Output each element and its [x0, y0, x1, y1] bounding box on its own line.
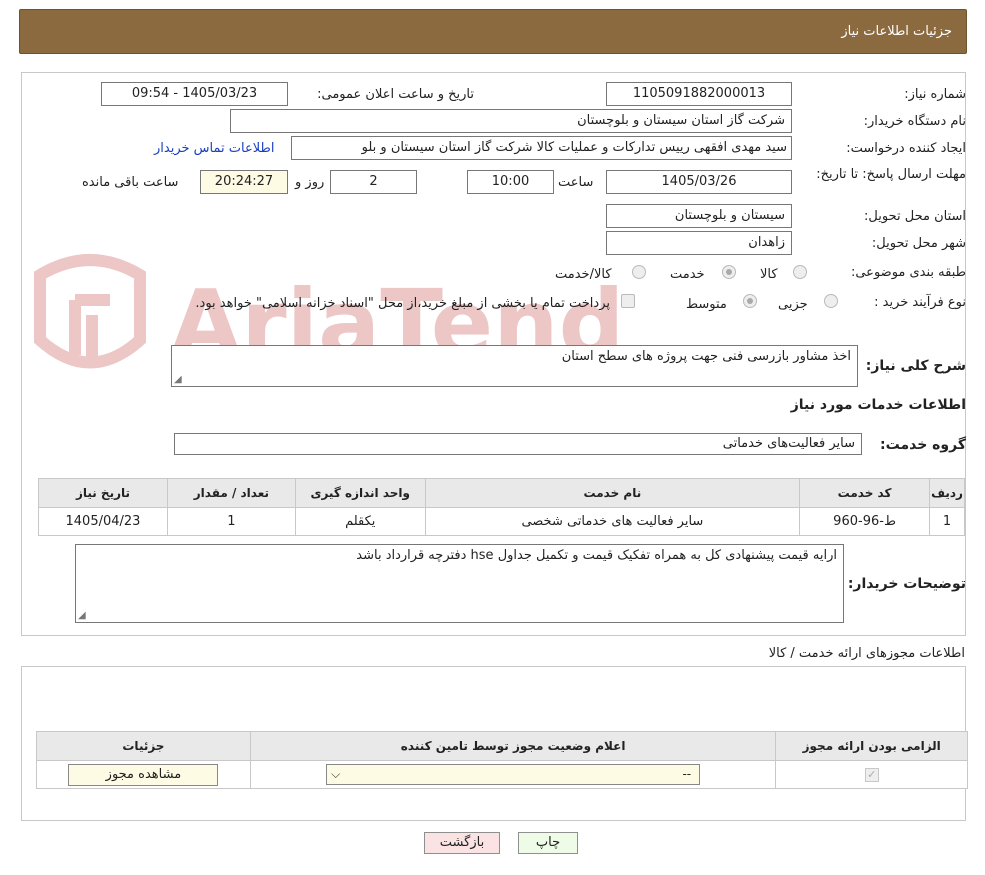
permits-table-header: الزامی بودن ارائه مجوز اعلام وضعیت مجوز …: [36, 731, 968, 761]
description-textarea[interactable]: اخذ مشاور بازرسی فنی جهت پروژه های سطح ا…: [171, 345, 858, 387]
announce-label: تاریخ و ساعت اعلان عمومی:: [317, 87, 474, 102]
col-service-code: کد خدمت: [799, 478, 931, 508]
buyer-notes-text: ارایه قیمت پیشنهادی کل به همراه تفکیک قی…: [356, 548, 837, 563]
announce-datetime-field[interactable]: 1405/03/23 - 09:54: [101, 82, 288, 106]
services-table: ردیف کد خدمت نام خدمت واحد اندازه گیری ت…: [38, 478, 965, 536]
page-title: جزئیات اطلاعات نیاز: [841, 24, 952, 39]
creator-label: ایجاد کننده درخواست:: [846, 141, 966, 156]
permits-table: الزامی بودن ارائه مجوز اعلام وضعیت مجوز …: [36, 731, 968, 789]
category-goods-label: کالا: [760, 267, 778, 282]
days-field[interactable]: 2: [330, 170, 417, 194]
process-minor-label: جزیی: [778, 297, 808, 312]
remaining-label: ساعت باقی مانده: [82, 175, 179, 190]
col-permit-details: جزئیات: [36, 731, 251, 761]
col-quantity: تعداد / مقدار: [166, 478, 296, 508]
process-medium-label: متوسط: [686, 297, 727, 312]
category-service-radio[interactable]: [722, 265, 736, 279]
cell-quantity: 1: [166, 507, 296, 536]
need-number-field[interactable]: 1105091882000013: [606, 82, 792, 106]
permit-status-value: --: [682, 767, 692, 781]
deadline-time-label: ساعت: [558, 175, 594, 190]
days-label: روز و: [295, 175, 325, 190]
cell-row: 1: [929, 507, 965, 536]
cell-service-code: ط-96-960: [799, 507, 931, 536]
remaining-time-field: 20:24:27: [200, 170, 288, 194]
col-permit-required: الزامی بودن ارائه مجوز: [775, 731, 968, 761]
category-both-radio[interactable]: [632, 265, 646, 279]
cell-permit-details: مشاهده مجوز: [36, 760, 251, 789]
back-button[interactable]: بازگشت: [424, 832, 500, 854]
service-group-field[interactable]: سایر فعالیت‌های خدماتی: [174, 433, 862, 455]
category-goods-radio[interactable]: [793, 265, 807, 279]
col-need-date: تاریخ نیاز: [38, 478, 168, 508]
col-unit: واحد اندازه گیری: [294, 478, 426, 508]
resize-grip-icon[interactable]: ◢: [174, 374, 182, 385]
page-header: جزئیات اطلاعات نیاز: [19, 9, 967, 54]
permits-section-title: اطلاعات مجوزهای ارائه خدمت / کالا: [768, 646, 965, 661]
print-button[interactable]: چاپ: [518, 832, 578, 854]
table-row: 1 ط-96-960 سایر فعالیت های خدماتی شخصی ی…: [38, 507, 965, 536]
deadline-date-field[interactable]: 1405/03/26: [606, 170, 792, 194]
chevron-down-icon: ⌵: [331, 767, 341, 781]
description-text: اخذ مشاور بازرسی فنی جهت پروژه های سطح ا…: [561, 349, 851, 364]
cell-need-date: 1405/04/23: [38, 507, 168, 536]
process-medium-radio[interactable]: [743, 294, 757, 308]
resize-grip-icon[interactable]: ◢: [78, 610, 86, 621]
permit-required-checkbox[interactable]: ✓: [864, 768, 879, 782]
deadline-label: مهلت ارسال پاسخ: تا تاریخ:: [816, 167, 966, 182]
col-service-name: نام خدمت: [424, 478, 801, 508]
treasury-checkbox[interactable]: [621, 294, 635, 308]
description-label: شرح کلی نیاز:: [865, 358, 966, 374]
buyer-contact-link[interactable]: اطلاعات تماس خریدار: [154, 141, 274, 156]
col-permit-status: اعلام وضعیت مجوز توسط تامین کننده: [249, 731, 777, 761]
cell-service-name: سایر فعالیت های خدماتی شخصی: [424, 507, 801, 536]
city-label: شهر محل تحویل:: [871, 236, 966, 251]
city-field[interactable]: زاهدان: [606, 231, 792, 255]
buyer-org-field[interactable]: شرکت گاز استان سیستان و بلوچستان: [230, 109, 792, 133]
cell-unit: یکقلم: [294, 507, 426, 536]
creator-field[interactable]: سید مهدی افقهی رییس تدارکات و عملیات کال…: [291, 136, 792, 160]
province-label: استان محل تحویل:: [864, 209, 966, 224]
permit-status-select[interactable]: -- ⌵: [326, 764, 701, 785]
cell-permit-status: -- ⌵: [249, 760, 777, 789]
services-section-title: اطلاعات خدمات مورد نیاز: [790, 397, 966, 413]
buyer-notes-label: توضیحات خریدار:: [847, 576, 966, 592]
category-label: طبقه بندی موضوعی:: [850, 265, 966, 280]
treasury-note: پرداخت تمام یا بخشی از مبلغ خرید،از محل …: [195, 296, 610, 311]
table-row: ✓ -- ⌵ مشاهده مجوز: [36, 760, 968, 789]
province-field[interactable]: سیستان و بلوچستان: [606, 204, 792, 228]
process-minor-radio[interactable]: [824, 294, 838, 308]
service-group-label: گروه خدمت:: [880, 437, 966, 453]
col-row: ردیف: [929, 478, 965, 508]
buyer-notes-textarea[interactable]: ارایه قیمت پیشنهادی کل به همراه تفکیک قی…: [75, 544, 844, 623]
category-service-label: خدمت: [670, 267, 705, 282]
services-table-header: ردیف کد خدمت نام خدمت واحد اندازه گیری ت…: [38, 478, 965, 508]
deadline-time-field[interactable]: 10:00: [467, 170, 554, 194]
buyer-org-label: نام دستگاه خریدار:: [863, 114, 966, 129]
process-label: نوع فرآیند خرید :: [874, 295, 966, 310]
view-permit-button[interactable]: مشاهده مجوز: [68, 763, 219, 786]
need-number-label: شماره نیاز:: [904, 87, 966, 102]
cell-permit-required: ✓: [775, 760, 968, 789]
category-both-label: کالا/خدمت: [555, 267, 612, 282]
